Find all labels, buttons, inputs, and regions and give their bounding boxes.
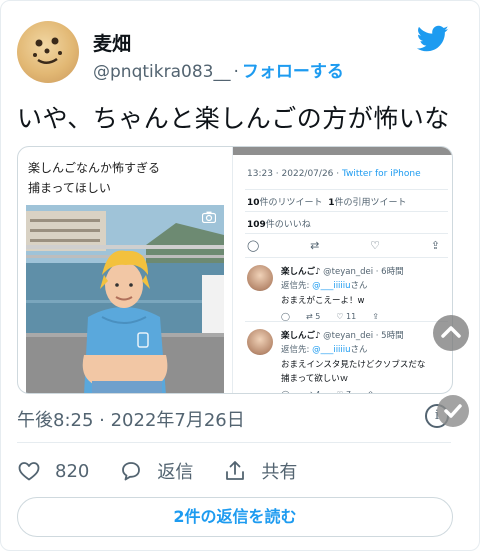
share-icon: ⇪ xyxy=(372,312,379,321)
retweet-count: 10 xyxy=(247,198,260,208)
divider xyxy=(245,189,448,190)
share-icon: ⇪ xyxy=(367,390,374,393)
like-count: 820 xyxy=(55,460,90,482)
heart-icon: ♡ xyxy=(336,390,346,393)
reply-name: 楽しんご♪ xyxy=(281,331,321,341)
meta-time: 13:23 · 2022/07/26 · xyxy=(247,169,342,179)
reply-text-line2: 捕まって欲しいｗ xyxy=(281,374,349,384)
divider xyxy=(245,211,448,212)
avatar-face-drawing xyxy=(33,37,62,64)
retweet-icon: ⇄ xyxy=(310,239,320,252)
share-label: 共有 xyxy=(261,462,298,483)
reply-to-suffix: さん xyxy=(350,345,368,355)
reply-action-row: ◯ ⇄ 4 ♡ 7 ⇪ xyxy=(281,390,450,393)
reply-button[interactable]: 返信 xyxy=(119,458,193,484)
photo-drawing xyxy=(26,205,224,393)
reply-retweet-count: 5 xyxy=(315,312,321,321)
like-label: 件のいいね xyxy=(265,220,311,230)
retweet-icon: ⇄ xyxy=(305,312,316,321)
quote-label: 件の引用ツイート xyxy=(334,198,407,208)
checkmark-icon xyxy=(444,404,462,418)
reply-icon: ◯ xyxy=(281,312,290,321)
reply-like-count: 7 xyxy=(346,390,351,393)
divider xyxy=(17,442,451,443)
heart-icon: ♡ xyxy=(370,239,380,252)
reply-handle: @teyan_dei · 5時間 xyxy=(323,331,404,341)
twitter-bird-icon[interactable] xyxy=(417,25,449,53)
read-replies-button[interactable]: 2件の返信を読む xyxy=(17,497,453,537)
tweet-card: 麦畑 @pnqtikra083__ · フォローする いや、ちゃんと楽しんごの方が怖… xyxy=(0,0,480,551)
scroll-up-button[interactable] xyxy=(433,315,469,351)
reply-to-prefix: 返信先: xyxy=(281,345,313,355)
share-button[interactable]: 共有 xyxy=(223,458,297,484)
like-count: 109 xyxy=(247,220,266,230)
retweet-icon: ⇄ xyxy=(306,390,315,393)
screenshot-right-panel: 13:23 · 2022/07/26 · Twitter for iPhone … xyxy=(232,147,452,393)
reply-handle: @teyan_dei · 6時間 xyxy=(323,267,404,277)
reply-avatar xyxy=(247,329,273,355)
display-name[interactable]: 麦畑 xyxy=(93,29,131,56)
chevron-up-icon xyxy=(441,326,461,338)
meta-source: Twitter for iPhone xyxy=(341,169,421,179)
user-handle[interactable]: @pnqtikra083__ xyxy=(93,62,230,82)
tweet-text: いや、ちゃんと楽しんごの方が怖いな xyxy=(17,104,450,133)
reply-icon: ◯ xyxy=(281,390,290,393)
reply-text: おまえがこえーよ！w xyxy=(281,296,365,306)
embedded-action-row: ◯ ⇄ ♡ ⇪ xyxy=(247,239,440,252)
like-button[interactable]: 820 xyxy=(17,459,89,483)
reply-name: 楽しんご♪ xyxy=(281,267,321,277)
tweet-actions: 820 返信 共有 xyxy=(17,456,327,486)
reply-to-user: @___iiiiiu xyxy=(312,281,351,291)
embedded-caption-line2: 捕まってほしい xyxy=(28,181,111,195)
follow-button[interactable]: フォローする xyxy=(242,62,344,82)
divider xyxy=(245,233,448,234)
handle-row: @pnqtikra083__ · フォローする xyxy=(93,57,344,82)
screenshot-left-panel: 楽しんごなんか怖すぎる 捕まってほしい xyxy=(18,147,228,393)
share-icon: ⇪ xyxy=(430,239,440,252)
heart-icon: ♡ xyxy=(336,312,347,321)
reply-label: 返信 xyxy=(157,462,194,483)
reply-icon: ◯ xyxy=(247,239,260,252)
user-avatar[interactable] xyxy=(17,21,79,83)
tweet-timestamp[interactable]: 午後8:25 · 2022年7月26日 xyxy=(17,406,245,432)
reply-avatar xyxy=(247,265,273,291)
reply-to-prefix: 返信先: xyxy=(281,281,313,291)
reply-to-suffix: さん xyxy=(350,281,368,291)
divider xyxy=(245,257,448,258)
check-button[interactable] xyxy=(437,395,469,427)
reply-like-count: 11 xyxy=(346,312,357,321)
media-attachment[interactable]: 楽しんごなんか怖すぎる 捕まってほしい 13:23 · 2022/07/26 ·… xyxy=(17,146,453,394)
embedded-photo xyxy=(26,205,224,393)
cropped-image-strip xyxy=(233,147,452,155)
embedded-caption-line1: 楽しんごなんか怖すぎる xyxy=(28,161,161,175)
reply-to-user: @___iiiiiu xyxy=(312,345,351,355)
retweet-label: 件のリツイート xyxy=(259,198,323,208)
share-icon xyxy=(226,461,245,480)
reply-text: おまえインスタ見たけどクソブスだな xyxy=(281,360,426,370)
reply-retweet-count: 4 xyxy=(315,390,320,393)
embedded-tweet-meta: 13:23 · 2022/07/26 · Twitter for iPhone xyxy=(247,169,421,179)
heart-icon xyxy=(18,462,40,481)
embedded-retweet-stats: 10件のリツイート 1件の引用ツイート xyxy=(247,195,407,208)
reply-icon xyxy=(122,462,141,481)
embedded-like-stats: 109件のいいね xyxy=(247,217,311,230)
separator-dot: · xyxy=(233,62,239,82)
reply-action-row: ◯ ⇄ 5 ♡ 11 ⇪ xyxy=(281,312,450,321)
camera-icon xyxy=(202,211,216,223)
divider xyxy=(245,321,448,322)
